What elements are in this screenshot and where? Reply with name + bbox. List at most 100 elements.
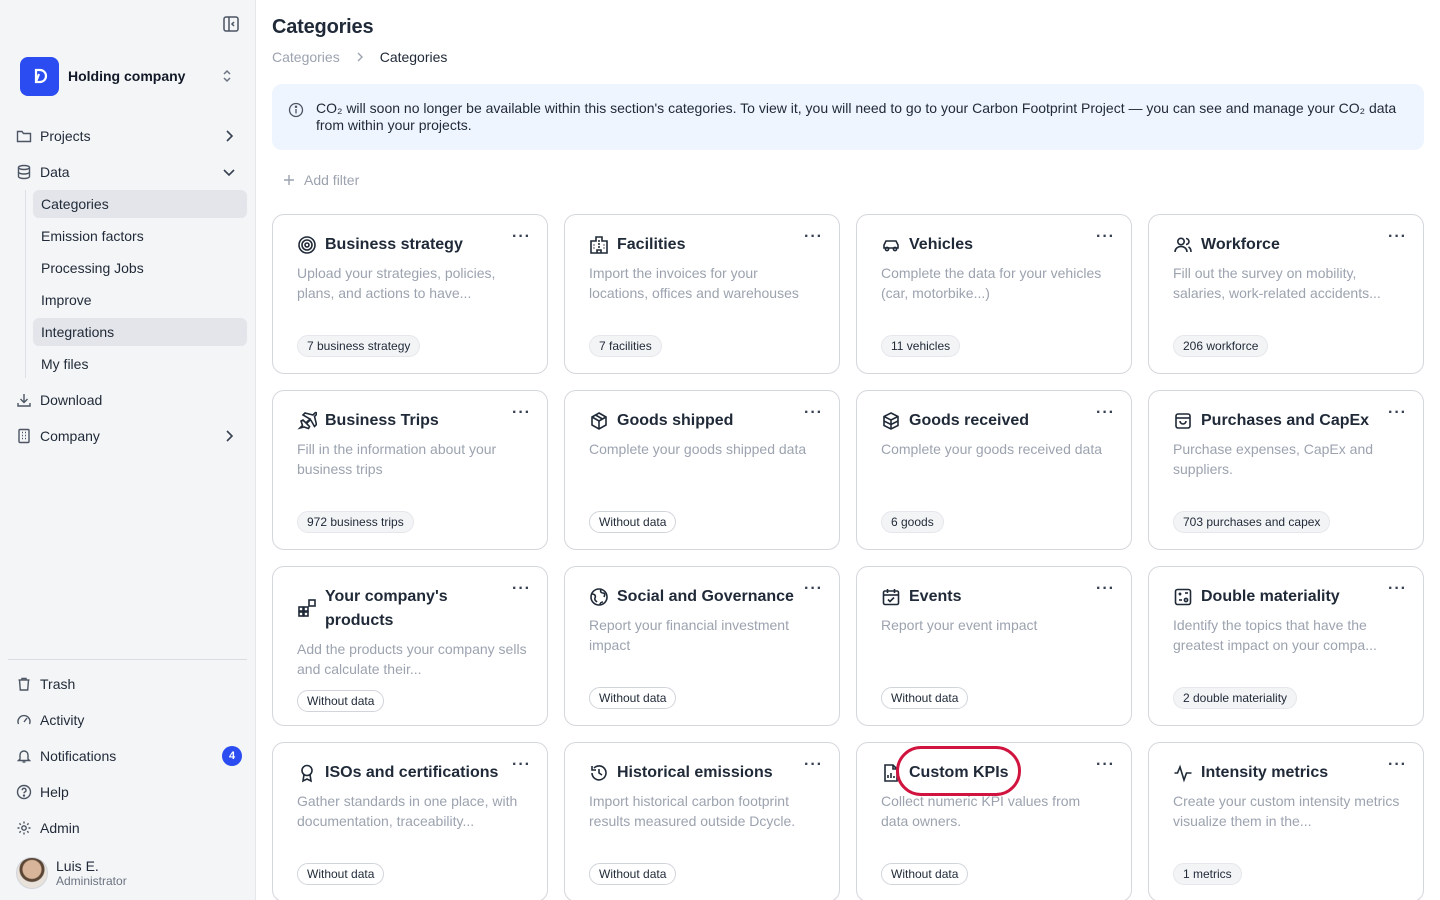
category-card-isos-certifications[interactable]: ISOs and certifications ··· Gather stand…: [272, 742, 548, 900]
nav-data[interactable]: Data: [16, 158, 242, 186]
org-switcher[interactable]: Holding company: [20, 56, 244, 96]
category-card-intensity-metrics[interactable]: Intensity metrics ··· Create your custom…: [1148, 742, 1424, 900]
category-card-events[interactable]: Events ··· Report your event impact With…: [856, 566, 1132, 726]
nav-notifications[interactable]: Notifications 4: [16, 742, 242, 770]
nav-admin[interactable]: Admin: [16, 814, 242, 842]
nav-activity-label: Activity: [40, 712, 85, 728]
card-count-badge: Without data: [589, 511, 677, 533]
card-description: Import the invoices for your locations, …: [589, 265, 799, 301]
nav-trash[interactable]: Trash: [16, 670, 242, 698]
users-icon: [1174, 237, 1192, 253]
more-options-icon[interactable]: ···: [1388, 405, 1407, 421]
nav-company[interactable]: Company: [16, 422, 242, 450]
boxes-icon: [883, 412, 899, 430]
card-count-badge: 7 business strategy: [297, 335, 421, 357]
category-card-facilities[interactable]: Facilities ··· Import the invoices for y…: [564, 214, 840, 374]
card-description: Fill out the survey on mobility, salarie…: [1173, 265, 1381, 301]
breadcrumb: Categories Categories: [272, 49, 447, 65]
more-options-icon[interactable]: ···: [512, 229, 531, 245]
help-circle-icon: [16, 784, 32, 800]
category-card-goods-shipped[interactable]: Goods shipped ··· Complete your goods sh…: [564, 390, 840, 550]
page-title: Categories: [272, 16, 374, 38]
nav-help[interactable]: Help: [16, 778, 242, 806]
card-count-badge: Without data: [589, 863, 677, 885]
chevron-up-down-icon: [223, 69, 231, 83]
card-description: Collect numeric KPI values from data own…: [881, 793, 1081, 829]
gauge-icon: [17, 714, 31, 725]
category-card-company-products[interactable]: Your company's products ··· Add the prod…: [272, 566, 548, 726]
nav-download[interactable]: Download: [16, 386, 242, 414]
card-count-badge: Without data: [297, 863, 385, 885]
collapse-sidebar-icon[interactable]: [222, 15, 240, 33]
more-options-icon[interactable]: ···: [1388, 229, 1407, 245]
card-count-badge: 1 metrics: [1173, 863, 1242, 885]
more-options-icon[interactable]: ···: [804, 581, 823, 597]
more-options-icon[interactable]: ···: [512, 757, 531, 773]
more-options-icon[interactable]: ···: [804, 229, 823, 245]
category-card-purchases-capex[interactable]: Purchases and CapEx ··· Purchase expense…: [1148, 390, 1424, 550]
category-card-historical-emissions[interactable]: Historical emissions ··· Import historic…: [564, 742, 840, 900]
user-profile[interactable]: Luis E. Administrator: [16, 856, 127, 890]
shapes-icon: [298, 599, 316, 617]
folder-icon: [16, 130, 32, 143]
category-card-business-strategy[interactable]: Business strategy ··· Upload your strate…: [272, 214, 548, 374]
more-options-icon[interactable]: ···: [1388, 581, 1407, 597]
sub-item-integrations[interactable]: Integrations: [33, 318, 247, 346]
category-card-double-materiality[interactable]: Double materiality ··· Identify the topi…: [1148, 566, 1424, 726]
chevron-right-icon: [226, 130, 234, 142]
more-options-icon[interactable]: ···: [1096, 581, 1115, 597]
more-options-icon[interactable]: ···: [804, 405, 823, 421]
category-card-social-governance[interactable]: Social and Governance ··· Report your fi…: [564, 566, 840, 726]
add-filter-button[interactable]: Add filter: [283, 172, 359, 188]
nav-notifications-label: Notifications: [40, 748, 117, 764]
nav-trash-label: Trash: [40, 676, 76, 692]
sub-nav-guide: [25, 190, 26, 378]
breadcrumb-item[interactable]: Categories: [272, 49, 340, 65]
category-card-workforce[interactable]: Workforce ··· Fill out the survey on mob…: [1148, 214, 1424, 374]
sub-item-processing-jobs[interactable]: Processing Jobs: [33, 254, 247, 282]
sub-item-emission-factors[interactable]: Emission factors: [33, 222, 247, 250]
gear-icon: [17, 821, 31, 835]
category-card-goods-received[interactable]: Goods received ··· Complete your goods r…: [856, 390, 1132, 550]
nav-download-label: Download: [40, 392, 103, 408]
sidebar-divider: [8, 659, 247, 660]
card-count-badge: Without data: [881, 687, 969, 709]
chevron-down-icon: [223, 169, 235, 177]
more-options-icon[interactable]: ···: [1096, 757, 1115, 773]
category-card-custom-kpis[interactable]: Custom KPIs ··· Collect numeric KPI valu…: [856, 742, 1132, 900]
nav-projects-label: Projects: [40, 128, 91, 144]
card-count-badge: 972 business trips: [297, 511, 414, 533]
more-options-icon[interactable]: ···: [1096, 405, 1115, 421]
download-icon: [17, 394, 31, 407]
sub-item-categories[interactable]: Categories: [33, 190, 247, 218]
info-banner: CO₂ will soon no longer be available wit…: [272, 84, 1424, 150]
nav-activity[interactable]: Activity: [16, 706, 242, 734]
avatar: [16, 857, 48, 889]
sub-item-my-files[interactable]: My files: [33, 350, 247, 378]
more-options-icon[interactable]: ···: [512, 405, 531, 421]
nav-company-label: Company: [40, 428, 100, 444]
more-options-icon[interactable]: ···: [1388, 757, 1407, 773]
more-options-icon[interactable]: ···: [512, 581, 531, 597]
bell-icon: [16, 750, 32, 763]
card-count-badge: 6 goods: [881, 511, 944, 533]
building-icon: [590, 236, 608, 254]
card-title: Business Trips: [325, 412, 439, 429]
card-title: Goods shipped: [617, 412, 734, 429]
card-title: Purchases and CapEx: [1201, 412, 1370, 429]
activity-icon: [1174, 764, 1192, 783]
sub-item-improve[interactable]: Improve: [33, 286, 247, 314]
card-description: Gather standards in one place, with docu…: [297, 793, 518, 829]
info-icon: [288, 102, 304, 118]
card-count-badge: Without data: [881, 863, 969, 885]
building-icon: [18, 428, 30, 444]
category-card-vehicles[interactable]: Vehicles ··· Complete the data for your …: [856, 214, 1132, 374]
notifications-count-badge: 4: [222, 746, 242, 766]
more-options-icon[interactable]: ···: [1096, 229, 1115, 245]
card-description: Report your event impact: [881, 617, 1038, 633]
award-icon: [301, 764, 313, 783]
category-card-business-trips[interactable]: Business Trips ··· Fill in the informati…: [272, 390, 548, 550]
card-description: Complete the data for your vehicles (car…: [881, 265, 1102, 301]
more-options-icon[interactable]: ···: [804, 757, 823, 773]
nav-projects[interactable]: Projects: [16, 122, 242, 150]
